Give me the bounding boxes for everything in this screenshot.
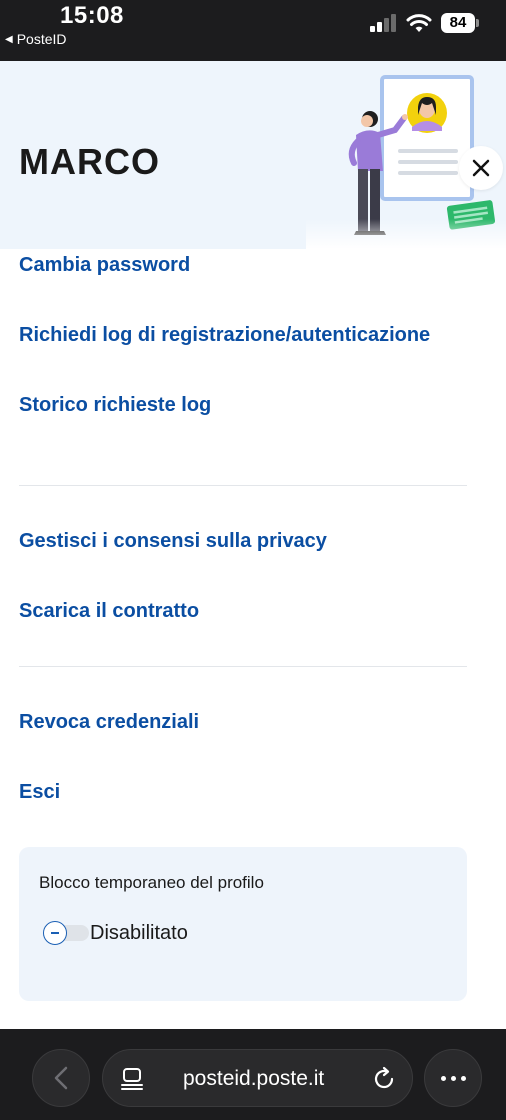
close-icon: [472, 159, 490, 177]
back-to-app-link[interactable]: ◀ PosteID: [5, 31, 67, 47]
profile-header: MARCO: [0, 61, 506, 249]
request-log-link[interactable]: Richiedi log di registrazione/autenticaz…: [19, 324, 430, 347]
log-history-link[interactable]: Storico richieste log: [19, 394, 211, 417]
tabs-icon: [121, 1068, 143, 1090]
browser-toolbar: posteid.poste.it: [0, 1029, 506, 1120]
battery-icon: 84: [441, 13, 479, 33]
back-triangle-icon: ◀: [5, 33, 13, 45]
back-app-label: PosteID: [16, 31, 67, 47]
back-arrow-icon: [54, 1066, 68, 1090]
profile-block-title: Blocco temporaneo del profilo: [39, 873, 264, 892]
divider: [19, 485, 467, 486]
more-icon: [440, 1075, 446, 1081]
url-text: posteid.poste.it: [183, 1067, 325, 1090]
user-name: MARCO: [19, 141, 160, 182]
divider: [19, 666, 467, 667]
download-contract-link[interactable]: Scarica il contratto: [19, 600, 199, 623]
more-button[interactable]: [424, 1049, 482, 1107]
toggle-state-label: Disabilitato: [90, 922, 188, 944]
status-bar: 15:08 ◀ PosteID 84: [0, 0, 506, 61]
address-bar[interactable]: posteid.poste.it: [102, 1049, 413, 1107]
close-button[interactable]: [459, 146, 503, 190]
toggle-minus-icon: [43, 921, 67, 945]
privacy-consents-link[interactable]: Gestisci i consensi sulla privacy: [19, 530, 327, 553]
revoke-credentials-link[interactable]: Revoca credenziali: [19, 711, 199, 734]
change-password-link[interactable]: Cambia password: [19, 254, 190, 277]
battery-level: 84: [441, 13, 475, 33]
reload-icon[interactable]: [371, 1066, 397, 1092]
browser-back-button[interactable]: [32, 1049, 90, 1107]
wifi-icon: [406, 14, 432, 32]
profile-block-toggle[interactable]: [43, 921, 89, 945]
logout-link[interactable]: Esci: [19, 781, 60, 804]
cellular-signal-icon: [370, 14, 398, 32]
profile-block-card: Blocco temporaneo del profilo Disabilita…: [19, 847, 467, 1001]
clock: 15:08: [60, 2, 124, 29]
